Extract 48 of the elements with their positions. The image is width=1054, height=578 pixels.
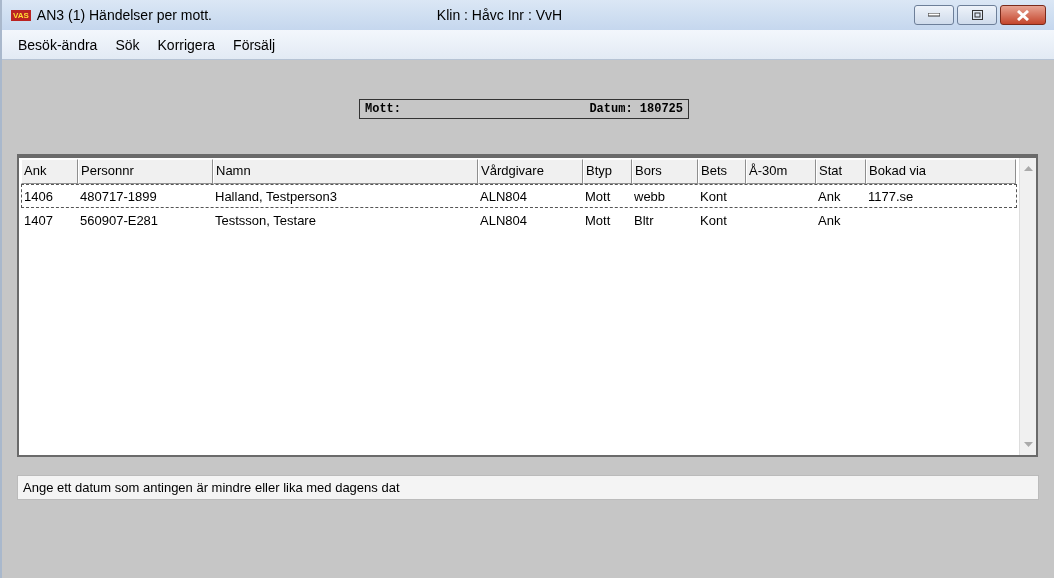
menu-item[interactable]: Försälj — [227, 36, 284, 53]
menu-item[interactable]: Sök — [109, 36, 148, 53]
window-title: AN3 (1) Händelser per mott. — [36, 7, 213, 23]
table-cell-text: Ank — [817, 212, 842, 228]
table-cell-text: Mott — [584, 188, 612, 204]
column-header[interactable]: Bokad via — [866, 159, 1016, 184]
focused-row[interactable]: 1406 480717-1899 Halland, Testperson3 ALN804 Mott webb Kont Ank 1177.se — [21, 184, 1017, 208]
table-cell-text: 1177.se — [867, 188, 915, 204]
table-cell-text: Testsson, Testare — [214, 212, 317, 228]
table-cell-text: ALN804 — [479, 212, 528, 228]
column-header[interactable]: Btyp — [583, 159, 632, 184]
table-cell-text: 560907-E281 — [79, 212, 160, 228]
close-icon — [1017, 9, 1029, 21]
column-header[interactable]: Vårdgivare — [478, 159, 583, 184]
scroll-up-icon — [1023, 166, 1033, 171]
menu-item[interactable]: Besök-ändra — [12, 36, 106, 53]
table-cell-text: Mott — [584, 212, 612, 228]
table-cell-text: Kont — [699, 212, 728, 228]
table-cell-text: Kont — [699, 188, 728, 204]
column-header[interactable]: Namn — [213, 159, 478, 184]
close-button[interactable] — [1000, 5, 1046, 25]
restore-button[interactable] — [957, 5, 997, 25]
restore-icon — [971, 10, 983, 20]
table-cell-text: webb — [633, 188, 667, 204]
table-cell-text: 1406 — [23, 188, 54, 204]
column-header[interactable]: Personnr — [78, 159, 213, 184]
scrollbar[interactable] — [1019, 158, 1036, 455]
column-header[interactable]: Stat — [816, 159, 866, 184]
column-header[interactable]: Bets — [698, 159, 746, 184]
table-cell-text: Ank — [817, 188, 842, 204]
window-context: Klin : Håvc Inr : VvH — [436, 7, 564, 23]
table-cell-text: ALN804 — [479, 188, 528, 204]
table-cell-text: Halland, Testperson3 — [214, 188, 338, 204]
status-message: Ange ett datum som antingen är mindre eller lika med dagens dat — [17, 475, 1039, 500]
table-cell-text: 1407 — [23, 212, 54, 228]
date-label: Datum: 180725 — [589, 102, 683, 116]
scroll-down-icon — [1023, 442, 1033, 447]
column-header[interactable]: Ank — [21, 159, 78, 184]
menu-item[interactable]: Korrigera — [151, 36, 224, 53]
table-cell-text: Bltr — [633, 212, 655, 228]
minimize-button[interactable] — [914, 5, 954, 25]
column-header[interactable]: Bors — [632, 159, 698, 184]
reception-label: Mott: — [365, 102, 401, 116]
minimize-icon — [928, 13, 940, 17]
table-cell-text: 480717-1899 — [79, 188, 158, 204]
app-logo: VAS — [11, 9, 31, 21]
column-header[interactable]: Å-30m — [746, 159, 816, 184]
table-row[interactable]: 1407 560907-E281 Testsson, Testare ALN804 Mott Bltr Kont Ank — [21, 208, 1017, 232]
